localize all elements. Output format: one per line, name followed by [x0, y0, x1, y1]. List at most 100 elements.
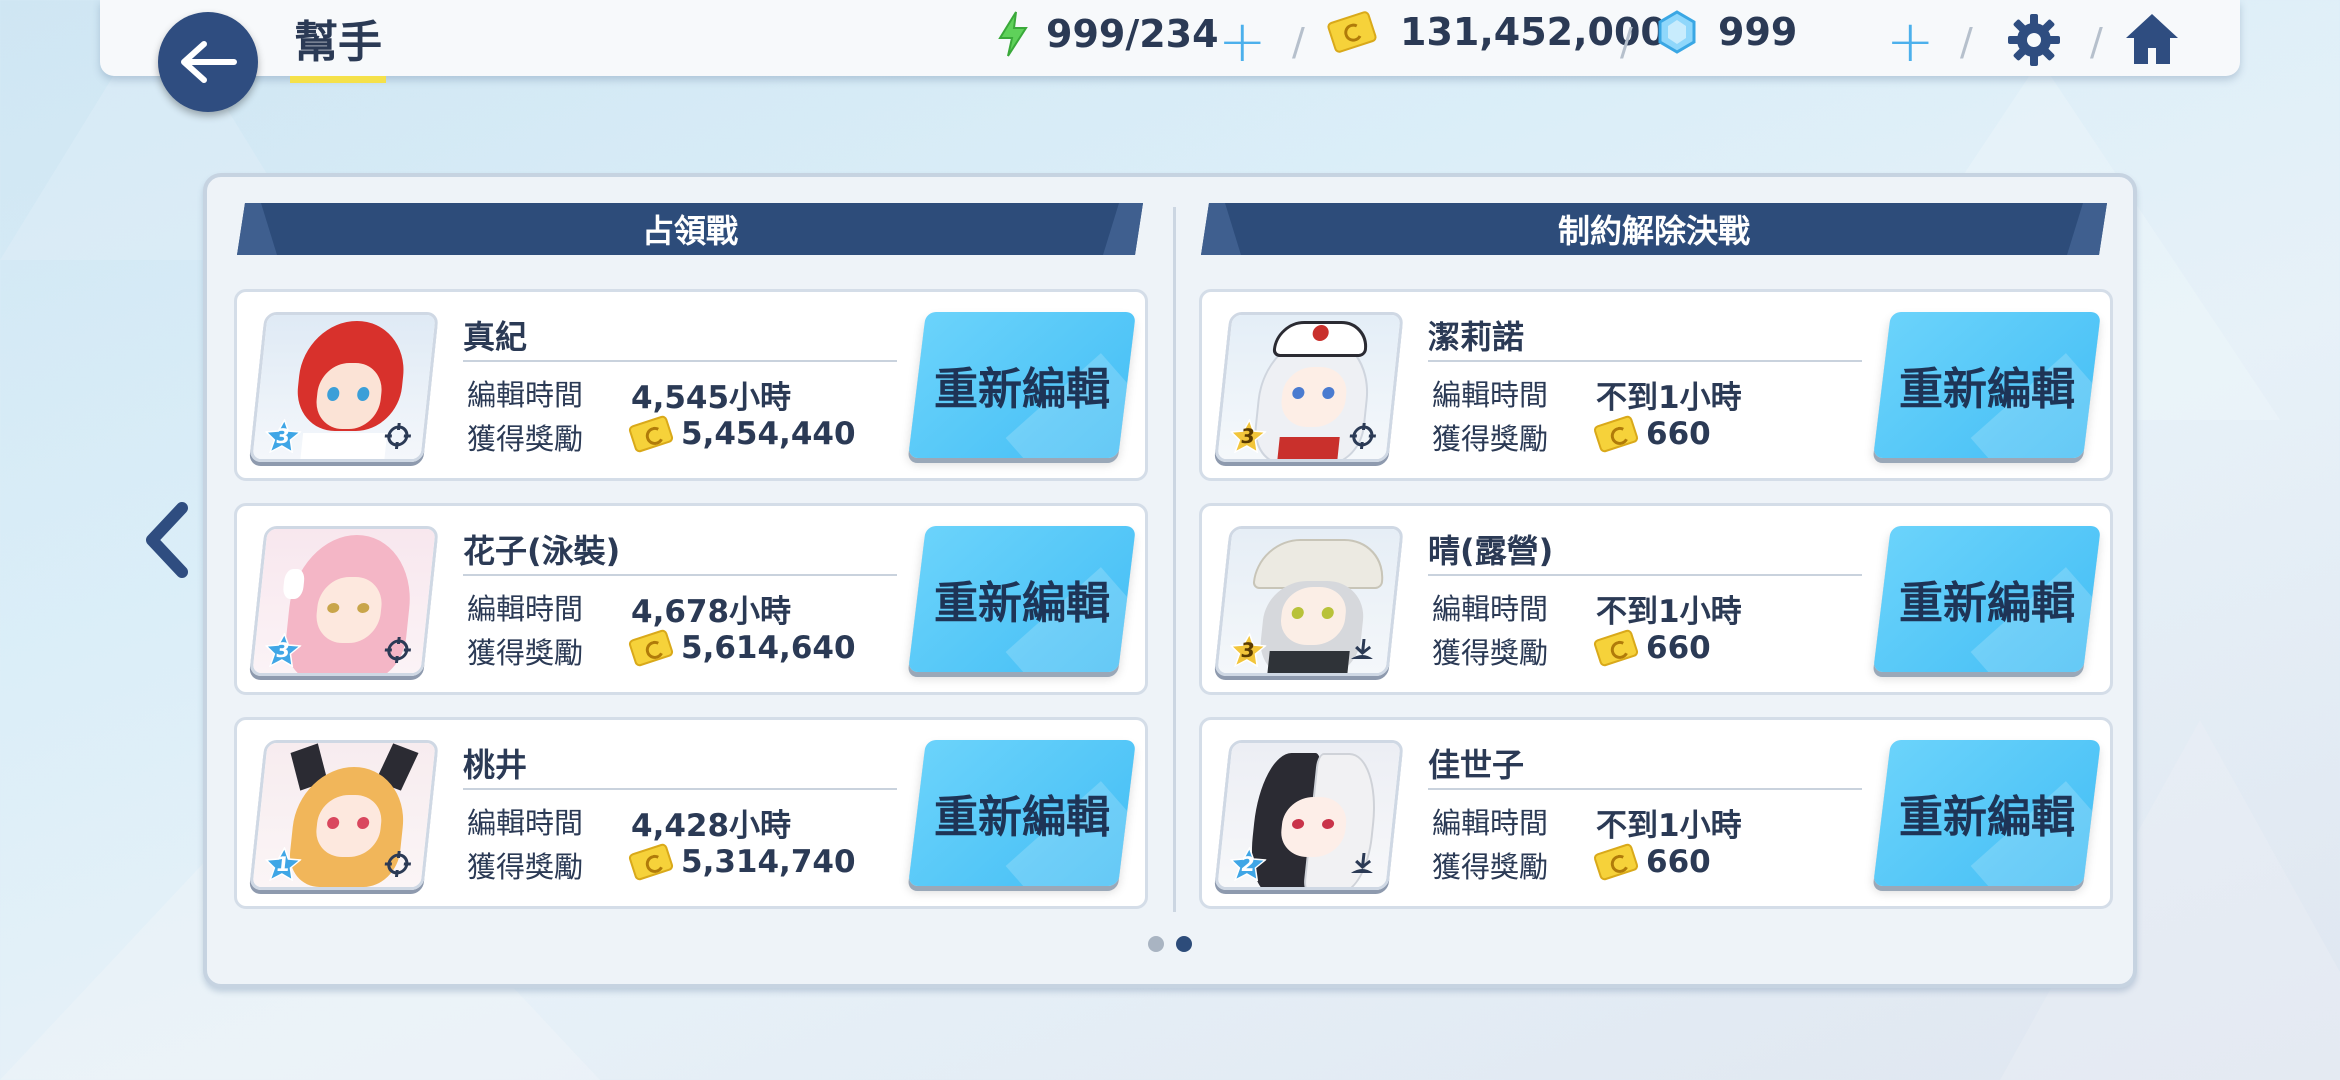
- re-edit-button-label: 重新編輯: [934, 578, 1110, 629]
- re-edit-button-label: 重新編輯: [934, 792, 1110, 843]
- gem-icon: [1658, 10, 1696, 54]
- re-edit-button[interactable]: 重新編輯: [908, 312, 1136, 458]
- support-role-icon: [1350, 853, 1373, 873]
- credit-coin-icon: [627, 628, 675, 668]
- home-icon: [2126, 14, 2178, 64]
- character-portrait: 3: [249, 312, 439, 462]
- character-portrait: 3: [249, 526, 439, 676]
- chevron-left-icon: [146, 502, 188, 578]
- reward-value: 5,454,440: [681, 416, 856, 452]
- credit-coin-icon: [627, 842, 675, 882]
- separator: /: [1960, 20, 1973, 64]
- character-name: 花子(泳裝): [463, 532, 621, 570]
- reward-label: 獲得獎勵: [467, 636, 584, 670]
- star-rank: 3: [1239, 424, 1257, 448]
- edit-time-label: 編輯時間: [1432, 378, 1549, 412]
- page-dot-2-active[interactable]: [1176, 936, 1192, 952]
- separator: /: [1292, 20, 1305, 64]
- support-role-icon: [1350, 639, 1373, 659]
- page-indicator: [1148, 936, 1192, 952]
- support-card: 1 桃井 編輯時間 4,428小時 獲得獎勵 5,314,740 重新編輯: [234, 717, 1148, 909]
- star-rank: 1: [274, 852, 292, 876]
- credit-coin-icon: [1592, 414, 1640, 454]
- name-underline: [463, 360, 897, 362]
- star-rank: 2: [1239, 852, 1257, 876]
- re-edit-button[interactable]: 重新編輯: [908, 740, 1136, 886]
- gear-icon: [2008, 14, 2060, 66]
- reward-value: 5,314,740: [681, 844, 856, 880]
- stamina-value: 999/234: [1046, 12, 1219, 56]
- column-header-restriction-release: 制約解除決戰: [1201, 203, 2107, 255]
- reward-label: 獲得獎勵: [467, 850, 584, 884]
- support-card: 3 晴(露營) 編輯時間 不到1小時 獲得獎勵 660 重新編輯: [1199, 503, 2113, 695]
- page-title: 幫手: [290, 6, 386, 83]
- page-dot-1[interactable]: [1148, 936, 1164, 952]
- name-underline: [1428, 574, 1862, 576]
- star-rank-badge: 1: [263, 847, 303, 881]
- add-gems-button[interactable]: +: [1886, 12, 1935, 70]
- edit-time-label: 編輯時間: [467, 806, 584, 840]
- edit-time-value: 不到1小時: [1596, 808, 1742, 844]
- credit-coin-icon: [1326, 9, 1378, 55]
- credits-counter: 131,452,000: [1326, 9, 1667, 55]
- add-stamina-button[interactable]: +: [1218, 12, 1267, 70]
- separator: /: [1620, 20, 1633, 64]
- reward-label: 獲得獎勵: [467, 422, 584, 456]
- previous-page-button[interactable]: [138, 500, 198, 580]
- re-edit-button-label: 重新編輯: [1899, 364, 2075, 415]
- edit-time-value: 4,545小時: [631, 380, 792, 416]
- edit-time-value: 4,678小時: [631, 594, 792, 630]
- star-rank-badge: 3: [263, 633, 303, 667]
- credit-coin-icon: [627, 414, 675, 454]
- re-edit-button[interactable]: 重新編輯: [908, 526, 1136, 672]
- re-edit-button-label: 重新編輯: [1899, 792, 2075, 843]
- re-edit-button-label: 重新編輯: [934, 364, 1110, 415]
- reward-value-wrap: 5,614,640: [627, 628, 856, 668]
- re-edit-button[interactable]: 重新編輯: [1873, 526, 2101, 672]
- star-rank-badge: 3: [1228, 419, 1268, 453]
- column-title: 制約解除決戰: [1557, 212, 1750, 250]
- home-button[interactable]: [2122, 10, 2182, 72]
- star-rank-badge: 3: [263, 419, 303, 453]
- reward-value-wrap: 5,314,740: [627, 842, 856, 882]
- reward-value-wrap: 660: [1592, 842, 1711, 882]
- re-edit-button[interactable]: 重新編輯: [1873, 740, 2101, 886]
- stamina-counter: 999/234: [996, 10, 1219, 58]
- reward-value-wrap: 660: [1592, 628, 1711, 668]
- reward-label: 獲得獎勵: [1432, 636, 1549, 670]
- support-card: 3 潔莉諾 編輯時間 不到1小時 獲得獎勵 660 重新編輯: [1199, 289, 2113, 481]
- re-edit-button-label: 重新編輯: [1899, 578, 2075, 629]
- star-rank: 3: [274, 638, 292, 662]
- character-portrait: 2: [1214, 740, 1404, 890]
- reward-value: 660: [1646, 844, 1711, 880]
- crosshair-icon: [384, 423, 412, 449]
- support-card: 3 真紀 編輯時間 4,545小時 獲得獎勵 5,454,440 重新編輯: [234, 289, 1148, 481]
- reward-label: 獲得獎勵: [1432, 422, 1549, 456]
- crosshair-icon: [1349, 423, 1377, 449]
- re-edit-button[interactable]: 重新編輯: [1873, 312, 2101, 458]
- character-name: 潔莉諾: [1428, 318, 1525, 356]
- edit-time-label: 編輯時間: [467, 592, 584, 626]
- gems-counter: 999: [1658, 10, 1797, 54]
- edit-time-value: 4,428小時: [631, 808, 792, 844]
- name-underline: [463, 788, 897, 790]
- character-portrait: 3: [1214, 312, 1404, 462]
- lightning-icon: [998, 11, 1028, 57]
- crosshair-icon: [384, 637, 412, 663]
- character-portrait: 1: [249, 740, 439, 890]
- settings-button[interactable]: [2006, 12, 2062, 72]
- star-rank-badge: 3: [1228, 633, 1268, 667]
- character-portrait: 3: [1214, 526, 1404, 676]
- name-underline: [463, 574, 897, 576]
- credit-coin-icon: [1592, 842, 1640, 882]
- crosshair-icon: [384, 851, 412, 877]
- column-title: 占領戰: [641, 212, 738, 250]
- star-rank-badge: 2: [1228, 847, 1268, 881]
- column-divider: [1173, 207, 1176, 912]
- edit-time-value: 不到1小時: [1596, 380, 1742, 416]
- back-button[interactable]: [158, 12, 258, 112]
- edit-time-label: 編輯時間: [1432, 592, 1549, 626]
- reward-value: 660: [1646, 630, 1711, 666]
- support-panel: 占領戰 制約解除決戰 3 真紀 編輯時間 4,545小時 獲得獎勵 5,454,…: [203, 173, 2137, 988]
- gems-value: 999: [1718, 10, 1798, 54]
